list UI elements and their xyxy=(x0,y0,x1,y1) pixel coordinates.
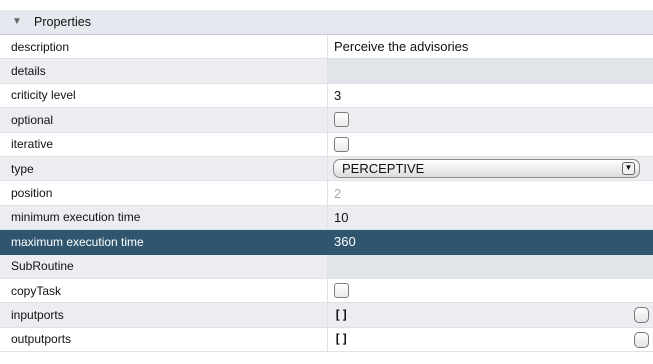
properties-title: Properties xyxy=(34,15,91,29)
property-name: minimum execution time xyxy=(0,205,328,230)
property-name: SubRoutine xyxy=(0,254,328,278)
position-value: 2 xyxy=(334,185,342,201)
property-name: position xyxy=(0,181,328,205)
property-grid: description Perceive the advisories deta… xyxy=(0,35,653,353)
property-name: copyTask xyxy=(0,278,328,303)
property-row-copytask[interactable]: copyTask xyxy=(0,278,653,304)
property-row-description[interactable]: description Perceive the advisories xyxy=(0,35,653,60)
optional-value xyxy=(328,108,653,131)
property-name: type xyxy=(0,156,328,181)
outputports-list: [] xyxy=(334,332,349,347)
property-row-criticity-level[interactable]: criticity level 3 xyxy=(0,83,653,109)
property-row-optional[interactable]: optional xyxy=(0,108,653,133)
property-row-inputports[interactable]: inputports [] xyxy=(0,303,653,328)
inputports-list: [] xyxy=(334,307,349,322)
properties-header[interactable]: ▼ Properties xyxy=(0,10,653,35)
properties-panel: ▼ Properties description Perceive the ad… xyxy=(0,0,653,364)
criticity-level-value[interactable]: 3 xyxy=(328,84,653,107)
chevron-down-icon[interactable]: ▼ xyxy=(622,161,635,175)
property-row-type[interactable]: type PERCEPTIVE ▼ xyxy=(0,156,653,182)
details-value[interactable] xyxy=(328,59,653,83)
property-name: maximum execution time xyxy=(0,230,328,254)
description-value[interactable]: Perceive the advisories xyxy=(328,35,653,58)
copytask-value xyxy=(328,279,653,302)
copytask-checkbox[interactable] xyxy=(334,283,349,299)
property-name: details xyxy=(0,59,328,83)
optional-checkbox[interactable] xyxy=(334,112,349,128)
subroutine-value[interactable] xyxy=(328,254,653,278)
property-row-position: position 2 xyxy=(0,181,653,206)
type-select[interactable]: PERCEPTIVE ▼ xyxy=(333,158,640,178)
maximum-execution-time-value[interactable]: 360 xyxy=(328,230,653,253)
property-name: outputports xyxy=(0,327,328,352)
property-row-details[interactable]: details xyxy=(0,59,653,84)
type-selected-value: PERCEPTIVE xyxy=(342,160,425,176)
inputports-value: [] xyxy=(328,303,653,326)
property-name: iterative xyxy=(0,132,328,156)
property-name: description xyxy=(0,35,328,59)
property-name: inputports xyxy=(0,303,328,327)
property-row-outputports[interactable]: outputports [] xyxy=(0,327,653,353)
outputports-edit-button[interactable] xyxy=(634,331,649,348)
property-row-subroutine[interactable]: SubRoutine xyxy=(0,254,653,279)
property-row-iterative[interactable]: iterative xyxy=(0,132,653,157)
iterative-value xyxy=(328,133,653,156)
property-name: criticity level xyxy=(0,83,328,108)
minimum-execution-time-value[interactable]: 10 xyxy=(328,206,653,229)
property-row-minimum-execution-time[interactable]: minimum execution time 10 xyxy=(0,205,653,231)
property-row-maximum-execution-time[interactable]: maximum execution time 360 xyxy=(0,230,653,255)
inputports-edit-button[interactable] xyxy=(634,307,649,324)
outputports-value: [] xyxy=(328,328,653,351)
triangle-down-icon[interactable]: ▼ xyxy=(12,16,24,28)
iterative-checkbox[interactable] xyxy=(334,136,349,152)
property-name: optional xyxy=(0,108,328,132)
